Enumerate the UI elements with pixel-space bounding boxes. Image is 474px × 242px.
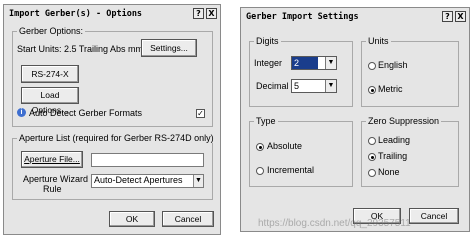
- aperture-wizard-select[interactable]: Auto-Detect Apertures ▼: [91, 174, 204, 188]
- chevron-down-icon[interactable]: ▼: [325, 57, 336, 69]
- trailing-label: Trailing: [378, 151, 408, 161]
- none-label: None: [378, 167, 400, 177]
- aperture-wizard-value: Auto-Detect Apertures: [94, 175, 183, 185]
- type-label: Type: [254, 116, 278, 126]
- absolute-radio[interactable]: [256, 143, 264, 151]
- english-label: English: [378, 60, 408, 70]
- metric-radio[interactable]: [368, 86, 376, 94]
- title-bar: Gerber Import Settings ? X: [243, 10, 467, 24]
- chevron-down-icon[interactable]: ▼: [193, 175, 203, 187]
- dialog-title: Gerber Import Settings: [246, 12, 359, 22]
- units-label: Units: [366, 36, 391, 46]
- cancel-button-label: Cancel: [420, 211, 448, 221]
- ok-button[interactable]: OK: [109, 211, 155, 227]
- auto-detect-checkbox[interactable]: ✓: [196, 109, 205, 118]
- aperture-list-group: Aperture List (required for Gerber RS-27…: [12, 133, 216, 200]
- integer-select[interactable]: 2 ▼: [291, 56, 337, 70]
- units-group: Units English Metric: [361, 36, 459, 107]
- rs274x-button[interactable]: RS-274-X: [21, 65, 79, 83]
- decimal-select[interactable]: 5 ▼: [291, 79, 337, 93]
- leading-radio[interactable]: [368, 137, 376, 145]
- integer-value: 2: [292, 57, 318, 69]
- settings-button[interactable]: Settings...: [141, 39, 197, 57]
- aperture-wizard-label-2: Rule: [43, 184, 62, 194]
- aperture-wizard-label-1: Aperture Wizard: [23, 174, 89, 184]
- decimal-value: 5: [294, 81, 300, 91]
- gerber-options-group: Gerber Options: Start Units: 2.5 Trailin…: [12, 26, 213, 127]
- gerber-import-settings-dialog: Gerber Import Settings ? X Digits Intege…: [240, 7, 470, 232]
- english-radio[interactable]: [368, 62, 376, 70]
- rs274x-button-label: RS-274-X: [31, 69, 69, 79]
- zero-suppression-group: Zero Suppression Leading Trailing None: [361, 116, 459, 187]
- aperture-file-button-label: Aperture File...: [24, 154, 80, 164]
- help-icon[interactable]: ?: [442, 11, 453, 22]
- leading-label: Leading: [378, 135, 411, 145]
- aperture-file-input[interactable]: [91, 153, 204, 167]
- title-bar: Import Gerber(s) - Options ? X: [6, 7, 218, 21]
- zero-suppression-label: Zero Suppression: [366, 116, 442, 126]
- type-group: Type Absolute Incremental: [249, 116, 353, 187]
- cancel-button[interactable]: Cancel: [409, 208, 459, 224]
- auto-detect-label: Auto Detect Gerber Formats: [29, 108, 143, 118]
- aperture-file-button[interactable]: Aperture File...: [21, 151, 83, 168]
- ok-button-label: OK: [125, 214, 139, 224]
- cancel-button-label: Cancel: [174, 214, 202, 224]
- digits-group: Digits Integer 2 ▼ Decimal 5 ▼: [249, 36, 353, 107]
- none-radio[interactable]: [368, 169, 376, 177]
- help-icon[interactable]: ?: [193, 8, 204, 19]
- settings-button-label: Settings...: [150, 43, 188, 53]
- integer-label: Integer: [254, 58, 283, 68]
- watermark: https://blog.csdn.net/qq_29357511: [258, 218, 411, 229]
- incremental-radio[interactable]: [256, 167, 264, 175]
- absolute-label: Absolute: [267, 141, 303, 151]
- close-icon[interactable]: X: [206, 8, 217, 19]
- decimal-label: Decimal: [256, 81, 289, 91]
- aperture-list-label: Aperture List (required for Gerber RS-27…: [17, 133, 216, 143]
- trailing-radio[interactable]: [368, 153, 376, 161]
- digits-label: Digits: [254, 36, 281, 46]
- import-gerber-options-dialog: Import Gerber(s) - Options ? X Gerber Op…: [3, 4, 221, 235]
- close-icon[interactable]: X: [455, 11, 466, 22]
- chevron-down-icon[interactable]: ▼: [325, 80, 336, 92]
- load-options-button[interactable]: Load Options...: [21, 87, 79, 115]
- start-units-text: Start Units: 2.5 Trailing Abs mm: [17, 44, 144, 54]
- info-icon: i: [17, 108, 26, 117]
- incremental-label: Incremental: [267, 165, 315, 175]
- dialog-title: Import Gerber(s) - Options: [9, 9, 143, 19]
- cancel-button[interactable]: Cancel: [162, 211, 214, 227]
- gerber-options-label: Gerber Options:: [17, 26, 86, 36]
- metric-label: Metric: [378, 84, 403, 94]
